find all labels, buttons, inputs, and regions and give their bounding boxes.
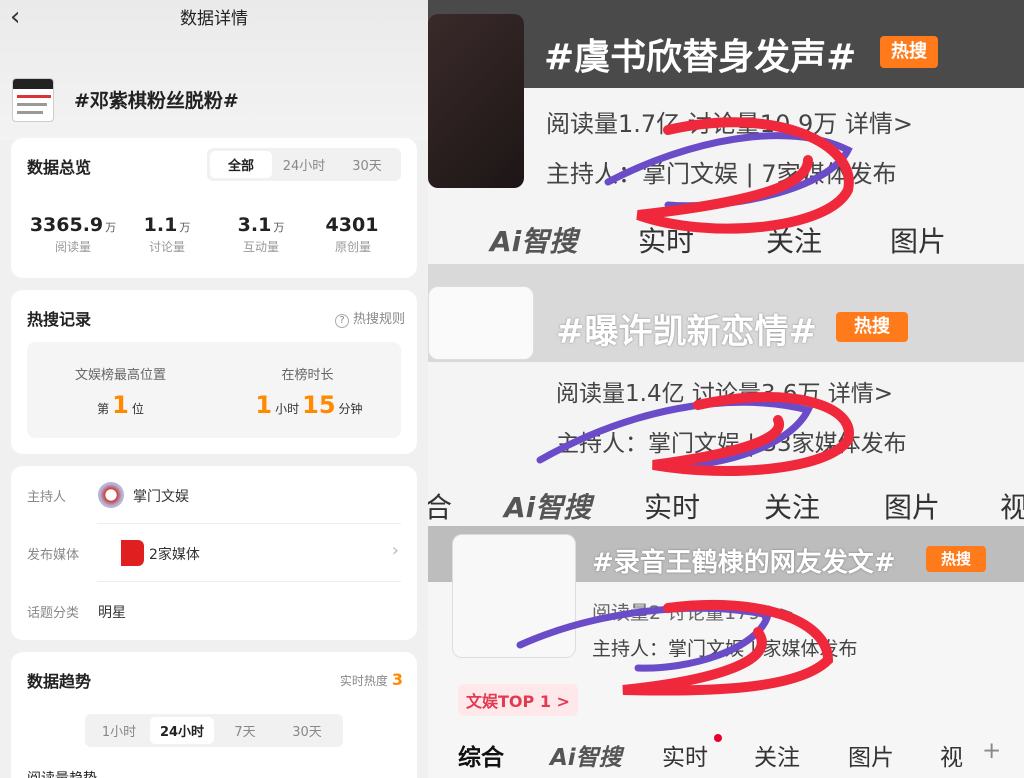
page-title: 数据详情 (180, 9, 248, 29)
stat-originals: 4301 原创量 (303, 214, 403, 255)
stat-originals-label: 原创量 (334, 240, 371, 254)
best-rank-block: 文娱榜最高位置 第1位 (27, 364, 214, 419)
tab-30d-trend[interactable]: 30天 (276, 717, 338, 744)
category-row: 话题分类 明星 (27, 582, 401, 640)
scribble-3-purple (516, 604, 773, 672)
overview-card: 数据总览 全部 24小时 30天 3365.9 万 阅读量 1.1 万 讨论量 3.… (11, 138, 417, 278)
left-panel-data-detail: ‹ 数据详情 #邓紫棋粉丝脱粉# 数据总览 全部 24小时 30天 3365.9… (0, 0, 428, 778)
right-panel-screenshots: #虞书欣替身发声# 热搜 阅读量1.7亿 讨论量10.9万 详情> 主持人：掌门… (428, 0, 1024, 778)
minutes-value: 15 (302, 391, 336, 419)
trend-range-tabs: 1小时 24小时 7天 30天 (85, 714, 343, 747)
host-label: 主持人 (27, 490, 67, 505)
stat-discussions-value: 1.1 (143, 214, 178, 236)
scribble-overlay (516, 117, 854, 696)
question-circle-icon: ? (334, 314, 349, 328)
stat-discussions: 1.1 万 讨论量 (117, 214, 217, 255)
rank-prefix: 第 (97, 402, 110, 416)
best-rank-label: 文娱榜最高位置 (74, 368, 166, 383)
stat-originals-value: 4301 (325, 214, 379, 236)
stat-discussions-label: 讨论量 (148, 240, 185, 254)
rank-suffix: 位 (131, 402, 144, 416)
stat-reads-value: 3365.9 (29, 214, 104, 236)
trend-title: 数据趋势 (27, 672, 92, 691)
heat-label: 实时热度 (339, 674, 388, 688)
trend-card: 数据趋势 实时热度3 1小时 24小时 7天 30天 阅读量趋势 (11, 652, 417, 778)
host-avatar (98, 482, 124, 508)
media-row[interactable]: 发布媒体 2家媒体 › (27, 524, 401, 582)
tab-7d[interactable]: 7天 (214, 717, 276, 744)
stat-reads-label: 阅读量 (54, 240, 91, 254)
media-logo (98, 540, 144, 566)
tab-30d[interactable]: 30天 (336, 151, 398, 178)
tab-24h-trend[interactable]: 24小时 (150, 717, 214, 744)
tab-all[interactable]: 全部 (210, 151, 272, 178)
stat-interactions-value: 3.1 (237, 214, 272, 236)
hot-rule-label: 热搜规则 (352, 312, 405, 327)
stat-reads: 3365.9 万 阅读量 (23, 214, 123, 255)
rank-value: 1 (112, 391, 129, 419)
stat-interactions-label: 互动量 (242, 240, 279, 254)
stat-discussions-unit: 万 (179, 221, 191, 234)
tab-1h[interactable]: 1小时 (88, 717, 150, 744)
read-trend-title: 阅读量趋势 (27, 768, 97, 778)
overview-title: 数据总览 (27, 158, 92, 177)
minutes-unit: 分钟 (338, 402, 363, 416)
scribble-1-purple (604, 132, 853, 210)
stat-reads-unit: 万 (105, 221, 117, 234)
hours-unit: 小时 (275, 402, 300, 416)
hot-record-stats: 文娱榜最高位置 第1位 在榜时长 1 小时 15 分钟 (27, 342, 401, 438)
topic-title: #邓紫棋粉丝脱粉# (74, 90, 239, 112)
topic-thumbnail (12, 78, 54, 122)
category-value: 明星 (98, 605, 126, 621)
duration-block: 在榜时长 1 小时 15 分钟 (214, 364, 401, 419)
overview-range-tabs: 全部 24小时 30天 (207, 148, 401, 181)
chevron-right-icon: › (391, 540, 399, 561)
hot-rule-link[interactable]: ? 热搜规则 (334, 308, 405, 328)
realtime-heat: 实时热度 3 (340, 670, 403, 689)
stat-interactions: 3.1 万 互动量 (211, 214, 311, 255)
scribble-3-red (622, 599, 834, 696)
duration-label: 在榜时长 (281, 368, 334, 383)
hot-record-title: 热搜记录 (27, 310, 92, 329)
hours-value: 1 (255, 391, 273, 419)
topic-info-card: 主持人 掌门文娱 发布媒体 2家媒体 › 话题分类 明星 (11, 466, 417, 640)
stat-interactions-unit: 万 (273, 221, 285, 234)
category-label: 话题分类 (27, 606, 80, 621)
heat-value: 3 (391, 670, 403, 689)
hot-record-card: 热搜记录 ? 热搜规则 文娱榜最高位置 第1位 在榜时长 1 小时 15 分钟 (11, 290, 417, 454)
host-row[interactable]: 主持人 掌门文娱 (27, 466, 401, 524)
media-label: 发布媒体 (27, 548, 80, 563)
host-value: 掌门文娱 (133, 489, 189, 505)
media-value: 2家媒体 (149, 547, 200, 563)
tab-24h[interactable]: 24小时 (272, 151, 336, 178)
